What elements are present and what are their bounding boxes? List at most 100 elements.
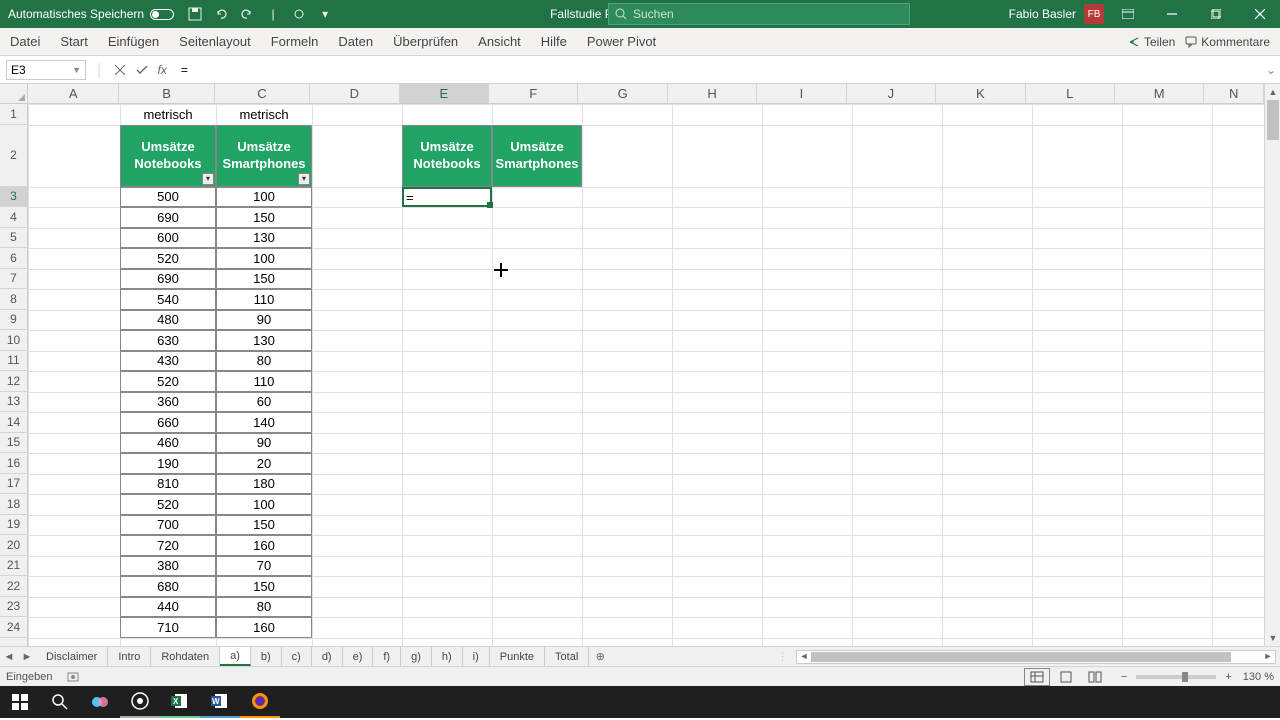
column-header-H[interactable]: H <box>668 84 757 103</box>
zoom-out-button[interactable]: − <box>1121 671 1127 683</box>
ribbon-tab-daten[interactable]: Daten <box>328 28 383 55</box>
row-header-24[interactable]: 24 <box>0 617 27 638</box>
sheet-tab-b[interactable]: b) <box>251 647 282 666</box>
macro-record-icon[interactable] <box>67 671 79 683</box>
cell-c1[interactable]: metrisch <box>216 104 312 125</box>
row-header-19[interactable]: 19 <box>0 515 27 536</box>
ribbon-display-icon[interactable] <box>1108 0 1148 28</box>
scroll-down-button[interactable]: ▼ <box>1265 630 1280 646</box>
ribbon-tab-power pivot[interactable]: Power Pivot <box>577 28 666 55</box>
search-box[interactable]: Suchen <box>608 3 910 25</box>
cell-b16[interactable]: 190 <box>120 453 216 474</box>
word-icon[interactable]: W <box>200 686 240 718</box>
start-button[interactable] <box>0 686 40 718</box>
row-header-2[interactable]: 2 <box>0 125 27 187</box>
row-header-11[interactable]: 11 <box>0 351 27 372</box>
undo-icon[interactable] <box>213 6 229 22</box>
name-box[interactable]: E3 ▼ <box>6 60 86 80</box>
ribbon-tab-hilfe[interactable]: Hilfe <box>531 28 577 55</box>
column-header-N[interactable]: N <box>1204 84 1264 103</box>
redo-icon[interactable] <box>239 6 255 22</box>
formula-input[interactable] <box>177 60 1262 80</box>
obs-icon[interactable] <box>120 686 160 718</box>
chevron-down-icon[interactable]: ▼ <box>72 65 81 75</box>
close-button[interactable] <box>1240 0 1280 28</box>
sheet-tab-intro[interactable]: Intro <box>108 647 151 666</box>
header-f-smartphones[interactable]: Umsätze Smartphones <box>492 125 582 187</box>
sheet-tab-c[interactable]: c) <box>282 647 312 666</box>
row-header-12[interactable]: 12 <box>0 371 27 392</box>
cell-c5[interactable]: 130 <box>216 228 312 249</box>
active-cell-e3[interactable] <box>402 187 492 208</box>
sheet-nav-next[interactable]: ► <box>18 647 36 666</box>
row-header-21[interactable]: 21 <box>0 556 27 577</box>
cell-b11[interactable]: 430 <box>120 351 216 372</box>
scroll-up-button[interactable]: ▲ <box>1265 84 1280 100</box>
column-header-M[interactable]: M <box>1115 84 1204 103</box>
add-sheet-button[interactable]: ⊕ <box>589 647 611 666</box>
cell-b20[interactable]: 720 <box>120 535 216 556</box>
expand-formula-bar-button[interactable]: ⌄ <box>1262 63 1280 77</box>
cell-c6[interactable]: 100 <box>216 248 312 269</box>
cell-b18[interactable]: 520 <box>120 494 216 515</box>
cell-c4[interactable]: 150 <box>216 207 312 228</box>
sheet-tab-h[interactable]: h) <box>432 647 463 666</box>
cell-b24[interactable]: 710 <box>120 617 216 638</box>
user-name[interactable]: Fabio Basler <box>1009 7 1076 21</box>
column-header-J[interactable]: J <box>847 84 936 103</box>
zoom-level[interactable]: 130 % <box>1243 671 1274 683</box>
cell-c20[interactable]: 160 <box>216 535 312 556</box>
sheet-tab-disclaimer[interactable]: Disclaimer <box>36 647 108 666</box>
select-all-button[interactable] <box>0 84 28 104</box>
cells-area[interactable]: metrischmetrischUmsätze NotebooksUmsätze… <box>28 104 1264 646</box>
filter-dropdown-icon[interactable]: ▾ <box>202 173 214 185</box>
cell-c17[interactable]: 180 <box>216 474 312 495</box>
row-header-20[interactable]: 20 <box>0 535 27 556</box>
cell-c13[interactable]: 60 <box>216 392 312 413</box>
cell-b21[interactable]: 380 <box>120 556 216 577</box>
row-header-16[interactable]: 16 <box>0 453 27 474</box>
cell-c12[interactable]: 110 <box>216 371 312 392</box>
save-icon[interactable] <box>187 6 203 22</box>
ribbon-tab-datei[interactable]: Datei <box>0 28 50 55</box>
sheet-tab-f[interactable]: f) <box>373 647 401 666</box>
row-header-4[interactable]: 4 <box>0 207 27 228</box>
copilot-icon[interactable] <box>80 686 120 718</box>
sheet-tab-d[interactable]: d) <box>312 647 343 666</box>
row-header-1[interactable]: 1 <box>0 104 27 125</box>
cell-c8[interactable]: 110 <box>216 289 312 310</box>
row-header-8[interactable]: 8 <box>0 289 27 310</box>
row-header-9[interactable]: 9 <box>0 310 27 331</box>
sheet-tab-a[interactable]: a) <box>220 647 251 666</box>
firefox-icon[interactable] <box>240 686 280 718</box>
sheet-nav-prev[interactable]: ◄ <box>0 647 18 666</box>
cell-edit-input[interactable] <box>404 189 490 206</box>
column-header-A[interactable]: A <box>28 84 119 103</box>
filter-dropdown-icon[interactable]: ▾ <box>298 173 310 185</box>
cell-c22[interactable]: 150 <box>216 576 312 597</box>
maximize-button[interactable] <box>1196 0 1236 28</box>
normal-view-button[interactable] <box>1024 668 1050 686</box>
cell-b23[interactable]: 440 <box>120 597 216 618</box>
hscroll-right-button[interactable]: ► <box>1261 651 1275 663</box>
horizontal-scrollbar[interactable]: ◄ ► <box>796 650 1276 664</box>
row-header-3[interactable]: 3 <box>0 187 27 208</box>
sheet-tab-rohdaten[interactable]: Rohdaten <box>151 647 220 666</box>
ribbon-tab-start[interactable]: Start <box>50 28 97 55</box>
cell-c23[interactable]: 80 <box>216 597 312 618</box>
column-header-L[interactable]: L <box>1026 84 1115 103</box>
cell-b15[interactable]: 460 <box>120 433 216 454</box>
column-header-B[interactable]: B <box>119 84 214 103</box>
toggle-switch-icon[interactable] <box>150 9 174 20</box>
ribbon-tab-überprüfen[interactable]: Überprüfen <box>383 28 468 55</box>
row-header-18[interactable]: 18 <box>0 494 27 515</box>
cell-b12[interactable]: 520 <box>120 371 216 392</box>
row-header-14[interactable]: 14 <box>0 412 27 433</box>
cell-c18[interactable]: 100 <box>216 494 312 515</box>
column-header-F[interactable]: F <box>489 84 578 103</box>
row-header-10[interactable]: 10 <box>0 330 27 351</box>
zoom-in-button[interactable]: + <box>1225 671 1231 683</box>
cell-c24[interactable]: 160 <box>216 617 312 638</box>
hscroll-thumb[interactable] <box>811 652 1231 662</box>
page-layout-view-button[interactable] <box>1053 668 1079 686</box>
